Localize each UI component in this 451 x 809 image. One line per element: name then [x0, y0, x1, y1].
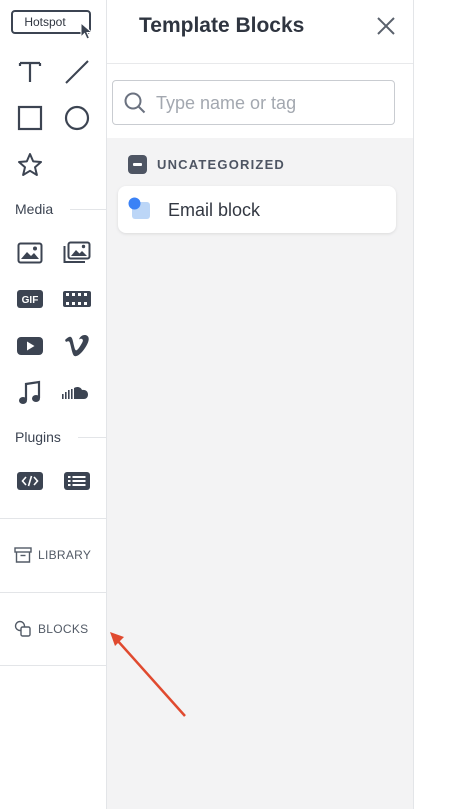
search-box [112, 80, 395, 125]
line-tool[interactable] [61, 56, 93, 88]
list-icon [64, 472, 90, 490]
gif-text: GIF [22, 295, 39, 306]
star-icon [18, 153, 42, 176]
plugins-section-label: Plugins [15, 429, 61, 445]
blocks-icon [14, 620, 31, 637]
toolbar-divider [0, 518, 106, 519]
toolbar-divider [0, 665, 106, 666]
category-header[interactable]: UNCATEGORIZED [128, 155, 285, 174]
star-tool[interactable] [14, 149, 46, 181]
vimeo-tool[interactable] [61, 330, 93, 362]
code-embed-icon [17, 472, 43, 490]
cursor-icon [80, 22, 94, 40]
music-tool[interactable] [14, 377, 46, 409]
line-icon [65, 60, 89, 84]
gif-icon: GIF [17, 290, 43, 308]
close-icon [377, 17, 395, 35]
hotspot-tool[interactable]: Hotspot [11, 10, 94, 40]
youtube-icon [17, 337, 43, 355]
search-icon [124, 92, 146, 114]
gallery-icon [63, 241, 91, 263]
rectangle-tool[interactable] [14, 102, 46, 134]
code-embed-tool[interactable] [14, 465, 46, 497]
category-label: UNCATEGORIZED [157, 157, 286, 172]
search-area [107, 64, 413, 138]
rectangle-icon [17, 105, 43, 131]
image-tool[interactable] [14, 237, 46, 269]
collapse-icon [128, 155, 147, 174]
text-tool[interactable] [14, 56, 46, 88]
archive-icon [14, 547, 32, 563]
circle-icon [64, 105, 90, 131]
circle-tool[interactable] [61, 102, 93, 134]
blocks-nav-item[interactable]: BLOCKS [14, 619, 89, 639]
library-label: LIBRARY [38, 548, 92, 562]
library-nav-item[interactable]: LIBRARY [14, 545, 91, 565]
gif-tool[interactable]: GIF [14, 283, 46, 315]
element-toolbar: Hotspot Media GIF Plugins LIBRARY BLOCKS [0, 0, 107, 809]
block-name: Email block [168, 200, 261, 220]
block-card[interactable]: Email block [118, 186, 396, 233]
toolbar-divider [0, 592, 106, 593]
soundcloud-icon [62, 386, 88, 399]
list-tool[interactable] [61, 465, 93, 497]
block-icon [128, 197, 150, 219]
media-section-label: Media [15, 201, 54, 217]
search-input[interactable] [156, 89, 386, 117]
gallery-tool[interactable] [61, 237, 93, 269]
video-film-icon [63, 291, 91, 307]
text-icon [18, 61, 42, 82]
panel-title: Template Blocks [139, 14, 305, 37]
plugins-divider [78, 437, 106, 438]
youtube-tool[interactable] [14, 330, 46, 362]
image-icon [17, 242, 43, 264]
music-icon [19, 380, 41, 404]
video-film-tool[interactable] [61, 283, 93, 315]
vimeo-icon [65, 335, 89, 357]
blocks-label: BLOCKS [38, 622, 89, 636]
media-divider [70, 209, 106, 210]
panel-header: Template Blocks [107, 0, 413, 64]
canvas-area [414, 0, 451, 809]
close-button[interactable] [374, 14, 398, 38]
template-blocks-panel: Template Blocks UNCATEGORIZED Email bloc… [107, 0, 414, 809]
soundcloud-tool[interactable] [61, 377, 93, 409]
